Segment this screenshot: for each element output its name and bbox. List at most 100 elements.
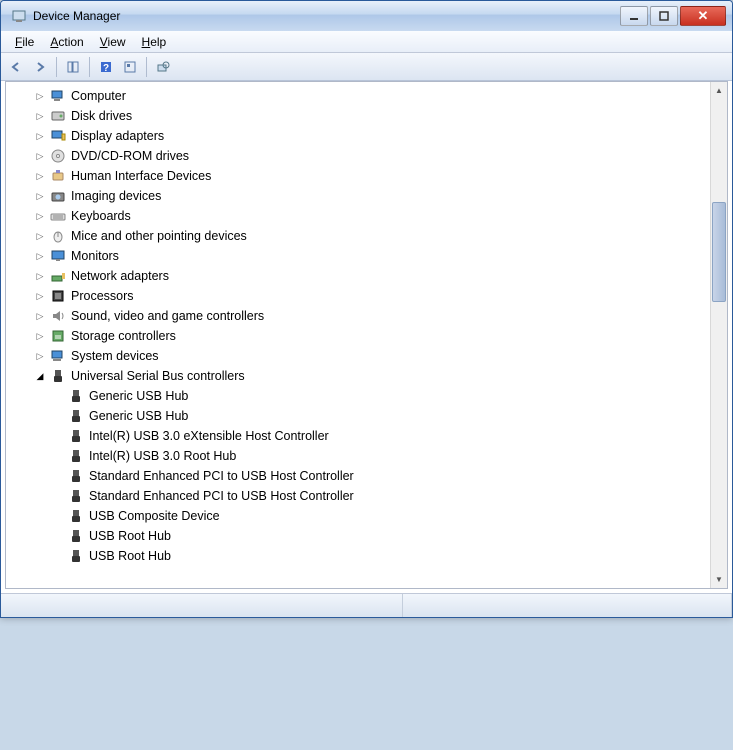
expand-icon[interactable]: ▷ — [34, 90, 46, 102]
tree-item[interactable]: ▷ Mice and other pointing devices — [6, 226, 727, 246]
expand-icon[interactable]: ▷ — [34, 110, 46, 122]
tree-child-item[interactable]: Intel(R) USB 3.0 Root Hub — [6, 446, 727, 466]
tree-child-item[interactable]: Generic USB Hub — [6, 386, 727, 406]
tree-item[interactable]: ▷ Imaging devices — [6, 186, 727, 206]
scan-button[interactable] — [152, 56, 174, 78]
tree-item-label: Keyboards — [71, 209, 131, 223]
tree-child-item[interactable]: Intel(R) USB 3.0 eXtensible Host Control… — [6, 426, 727, 446]
tree-item-label: Monitors — [71, 249, 119, 263]
menu-file[interactable]: File — [7, 33, 42, 51]
expand-icon[interactable]: ▷ — [34, 250, 46, 262]
sound-icon — [50, 308, 66, 324]
expand-icon[interactable]: ▷ — [34, 230, 46, 242]
device-tree[interactable]: ▷ Computer ▷ Disk drives ▷ Display adapt… — [6, 82, 727, 588]
toolbar-separator — [56, 57, 57, 77]
expand-icon[interactable]: ▷ — [34, 350, 46, 362]
tree-content-area: ▷ Computer ▷ Disk drives ▷ Display adapt… — [5, 81, 728, 589]
usb-icon — [50, 368, 66, 384]
expand-icon[interactable]: ▷ — [34, 330, 46, 342]
titlebar[interactable]: Device Manager ✕ — [1, 1, 732, 31]
window-title: Device Manager — [33, 9, 620, 23]
expand-icon[interactable]: ▷ — [34, 210, 46, 222]
tree-child-item[interactable]: USB Root Hub — [6, 546, 727, 566]
tree-item[interactable]: ▷ DVD/CD-ROM drives — [6, 146, 727, 166]
window-controls: ✕ — [620, 6, 726, 26]
hid-icon — [50, 168, 66, 184]
toolbar-separator — [89, 57, 90, 77]
tree-item[interactable]: ▷ Monitors — [6, 246, 727, 266]
help-button[interactable]: ? — [95, 56, 117, 78]
scrollbar-thumb[interactable] — [712, 202, 726, 302]
expand-icon[interactable]: ▷ — [34, 310, 46, 322]
tree-item[interactable]: ▷ Storage controllers — [6, 326, 727, 346]
minimize-button[interactable] — [620, 6, 648, 26]
tree-item-label: Storage controllers — [71, 329, 176, 343]
close-button[interactable]: ✕ — [680, 6, 726, 26]
tree-item-label: Computer — [71, 89, 126, 103]
forward-button[interactable] — [29, 56, 51, 78]
computer-icon — [50, 88, 66, 104]
usb-icon — [68, 488, 84, 504]
expand-icon[interactable]: ▷ — [34, 130, 46, 142]
toolbar-separator — [146, 57, 147, 77]
tree-child-label: Standard Enhanced PCI to USB Host Contro… — [89, 489, 354, 503]
menu-help[interactable]: Help — [134, 33, 175, 51]
menu-action[interactable]: Action — [42, 33, 91, 51]
tree-item[interactable]: ▷ Human Interface Devices — [6, 166, 727, 186]
mouse-icon — [50, 228, 66, 244]
properties-button[interactable] — [119, 56, 141, 78]
tree-child-label: Intel(R) USB 3.0 Root Hub — [89, 449, 236, 463]
tree-child-item[interactable]: Standard Enhanced PCI to USB Host Contro… — [6, 466, 727, 486]
tree-item-label: Imaging devices — [71, 189, 161, 203]
tree-child-item[interactable]: USB Composite Device — [6, 506, 727, 526]
expand-icon[interactable]: ▷ — [34, 270, 46, 282]
cpu-icon — [50, 288, 66, 304]
svg-text:?: ? — [103, 63, 109, 74]
tree-item-label: Network adapters — [71, 269, 169, 283]
menu-view[interactable]: View — [92, 33, 134, 51]
tree-item-label: Universal Serial Bus controllers — [71, 369, 245, 383]
storage-icon — [50, 328, 66, 344]
collapse-icon[interactable]: ◢ — [34, 370, 46, 382]
expand-icon[interactable]: ▷ — [34, 190, 46, 202]
tree-item[interactable]: ▷ System devices — [6, 346, 727, 366]
tree-item-label: Disk drives — [71, 109, 132, 123]
tree-child-label: USB Root Hub — [89, 529, 171, 543]
tree-item[interactable]: ▷ Keyboards — [6, 206, 727, 226]
expand-icon[interactable]: ▷ — [34, 290, 46, 302]
tree-item-label: Human Interface Devices — [71, 169, 211, 183]
tree-child-label: USB Composite Device — [89, 509, 220, 523]
tree-child-label: Generic USB Hub — [89, 389, 188, 403]
tree-child-item[interactable]: Generic USB Hub — [6, 406, 727, 426]
system-icon — [50, 348, 66, 364]
tree-item-label: Display adapters — [71, 129, 164, 143]
tree-item[interactable]: ▷ Sound, video and game controllers — [6, 306, 727, 326]
scroll-down-arrow[interactable]: ▼ — [711, 571, 727, 588]
tree-child-label: Generic USB Hub — [89, 409, 188, 423]
tree-child-item[interactable]: Standard Enhanced PCI to USB Host Contro… — [6, 486, 727, 506]
back-button[interactable] — [5, 56, 27, 78]
expand-icon[interactable]: ▷ — [34, 150, 46, 162]
tree-item-usb[interactable]: ◢ Universal Serial Bus controllers — [6, 366, 727, 386]
usb-icon — [68, 508, 84, 524]
network-icon — [50, 268, 66, 284]
tree-child-item[interactable]: USB Root Hub — [6, 526, 727, 546]
usb-icon — [68, 448, 84, 464]
expand-icon[interactable]: ▷ — [34, 170, 46, 182]
maximize-button[interactable] — [650, 6, 678, 26]
tree-item[interactable]: ▷ Display adapters — [6, 126, 727, 146]
show-hide-tree-button[interactable] — [62, 56, 84, 78]
disk-icon — [50, 108, 66, 124]
tree-item-label: Processors — [71, 289, 134, 303]
tree-item[interactable]: ▷ Computer — [6, 86, 727, 106]
usb-icon — [68, 408, 84, 424]
tree-item-label: Sound, video and game controllers — [71, 309, 264, 323]
tree-child-label: Standard Enhanced PCI to USB Host Contro… — [89, 469, 354, 483]
scroll-up-arrow[interactable]: ▲ — [711, 82, 727, 99]
vertical-scrollbar[interactable]: ▲ ▼ — [710, 82, 727, 588]
tree-item[interactable]: ▷ Network adapters — [6, 266, 727, 286]
tree-item[interactable]: ▷ Disk drives — [6, 106, 727, 126]
usb-icon — [68, 468, 84, 484]
tree-item[interactable]: ▷ Processors — [6, 286, 727, 306]
keyboard-icon — [50, 208, 66, 224]
